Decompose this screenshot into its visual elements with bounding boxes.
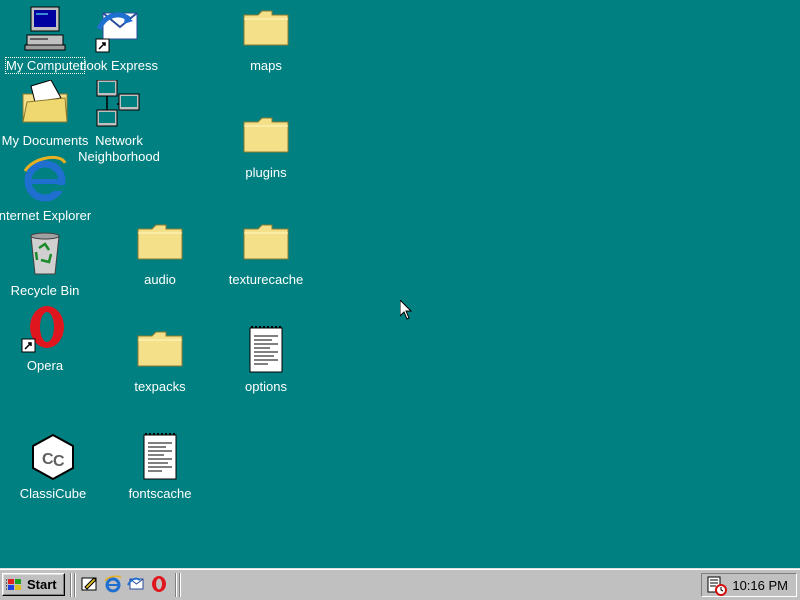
taskbar-separator — [175, 573, 177, 597]
icon-label: audio — [144, 272, 176, 287]
my-documents-icon — [22, 80, 68, 123]
desktop-icon-classicube[interactable]: C C ClassiCube — [5, 433, 101, 513]
icon-label: nternet Explorer — [0, 208, 92, 223]
outlook-express-icon — [95, 12, 138, 53]
icon-label: tlook Express — [79, 58, 159, 73]
folder-icon — [137, 331, 183, 367]
mouse-cursor-icon — [400, 300, 412, 320]
desktop-icon-audio[interactable]: audio — [112, 219, 208, 299]
show-desktop-icon[interactable] — [81, 575, 99, 593]
text-document-icon — [143, 433, 177, 480]
folder-icon — [243, 117, 289, 153]
icon-label: maps — [250, 58, 282, 73]
recycle-bin-icon — [30, 232, 60, 275]
folder-icon — [243, 224, 289, 260]
outlook-express-icon[interactable] — [127, 575, 145, 593]
opera-icon — [21, 306, 64, 353]
desktop[interactable]: My Computer tlook Express maps My Docume… — [0, 0, 800, 568]
text-document-icon — [249, 326, 283, 373]
desktop-icon-internet-explorer[interactable]: nternet Explorer — [0, 155, 93, 235]
internet-explorer-icon — [23, 155, 67, 202]
desktop-icon-texpacks[interactable]: texpacks — [112, 326, 208, 406]
internet-explorer-icon[interactable] — [104, 575, 122, 593]
icon-label: options — [245, 379, 287, 394]
desktop-icon-outlook-express[interactable]: tlook Express — [71, 5, 167, 85]
network-neighborhood-icon — [96, 80, 140, 127]
desktop-icon-texturecache[interactable]: texturecache — [218, 219, 314, 299]
taskbar-separator — [74, 573, 76, 597]
scheduler-icon[interactable] — [707, 576, 727, 596]
icon-label: Network — [95, 133, 143, 148]
icon-label: texturecache — [228, 272, 304, 287]
my-computer-icon — [24, 6, 66, 51]
folder-icon — [243, 10, 289, 46]
classicube-icon: C C — [32, 433, 74, 481]
desktop-icon-network-neighborhood[interactable]: Network Neighborhood — [71, 80, 167, 164]
desktop-icon-recycle-bin[interactable]: Recycle Bin — [0, 230, 93, 310]
icon-label: ClassiCube — [19, 486, 87, 501]
desktop-icon-fontscache[interactable]: fontscache — [112, 433, 208, 513]
desktop-icon-options[interactable]: options — [218, 326, 314, 406]
svg-text:C: C — [53, 453, 65, 470]
icon-label: fontscache — [128, 486, 192, 501]
opera-icon[interactable] — [150, 575, 168, 593]
desktop-icon-plugins[interactable]: plugins — [218, 112, 314, 192]
desktop-icon-maps[interactable]: maps — [218, 5, 314, 85]
system-tray: 10:16 PM — [701, 573, 797, 597]
taskbar-separator — [179, 573, 181, 597]
windows-logo-icon — [6, 578, 21, 590]
taskbar-separator — [70, 573, 72, 597]
icon-label: texpacks — [134, 379, 186, 394]
start-label: Start — [27, 577, 57, 592]
taskbar: Start 10:16 PM — [0, 568, 800, 600]
desktop-icon-opera[interactable]: Opera — [0, 305, 93, 385]
clock[interactable]: 10:16 PM — [732, 578, 788, 593]
icon-label: plugins — [245, 165, 287, 180]
folder-icon — [137, 224, 183, 260]
icon-label: Opera — [26, 358, 64, 373]
start-button[interactable]: Start — [2, 573, 65, 596]
icon-label: Recycle Bin — [10, 283, 80, 298]
